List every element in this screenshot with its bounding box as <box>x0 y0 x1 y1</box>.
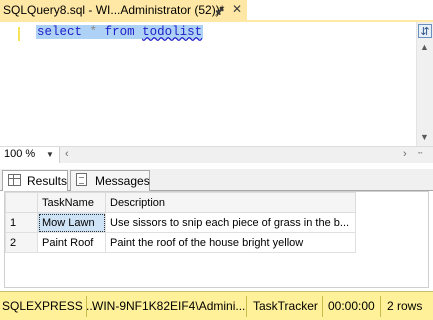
table-row[interactable]: 2 Paint Roof Paint the roof of the house… <box>5 232 356 253</box>
query-editor[interactable]: select * from todolist <box>0 22 416 146</box>
cell-description[interactable]: Paint the roof of the house bright yello… <box>105 232 356 253</box>
scroll-right-icon[interactable]: › <box>403 148 407 160</box>
document-tab-strip: SQLQuery8.sql - WI...Administrator (52))… <box>0 0 433 20</box>
scroll-up-icon[interactable]: ▲ <box>420 42 429 52</box>
column-header-taskname[interactable]: TaskName <box>37 192 106 213</box>
star-operator: * <box>89 25 98 39</box>
cell-taskname[interactable]: Paint Roof <box>37 232 106 253</box>
tab-messages[interactable]: Messages <box>70 170 150 191</box>
zoom-value: 100 % <box>4 148 36 160</box>
results-grid[interactable]: TaskName Description 1 Mow Lawn Use siss… <box>5 192 356 253</box>
cell-description[interactable]: Use sissors to snip each piece of grass … <box>105 212 356 233</box>
result-tab-strip: Results Messages <box>0 169 433 192</box>
grid-header-row: TaskName Description <box>5 192 356 213</box>
status-user: WIN-9NF1K82EIF4\Admini... <box>92 299 246 313</box>
code-line[interactable]: select * from todolist <box>36 25 204 39</box>
tab-results[interactable]: Results <box>2 170 68 192</box>
split-view-icon[interactable]: ⇵ <box>418 24 432 38</box>
cell-taskname[interactable]: Mow Lawn <box>37 212 106 233</box>
status-database: TaskTracker <box>253 299 318 313</box>
scroll-down-icon[interactable]: ▼ <box>420 132 429 142</box>
status-bar: SQLEXPRESS ... WIN-9NF1K82EIF4\Admini...… <box>0 291 433 320</box>
resize-grip-icon[interactable]: ⬝⬝ <box>418 149 430 160</box>
status-separator <box>246 296 247 317</box>
status-row-count: 2 rows <box>387 299 423 313</box>
editor-vertical-scrollbar[interactable]: ⇵ ▲ ▼ <box>416 22 433 146</box>
tab-messages-label: Messages <box>95 174 150 188</box>
messages-icon <box>76 173 87 186</box>
zoom-scroll-row: 100 % ▼ ‹ › ⬝⬝ <box>0 146 433 163</box>
table-row[interactable]: 1 Mow Lawn Use sissors to snip each piec… <box>5 212 356 233</box>
table-name: todolist <box>142 25 203 39</box>
scroll-left-icon[interactable]: ‹ <box>65 148 69 160</box>
row-number[interactable]: 1 <box>5 212 38 233</box>
chevron-down-icon: ▼ <box>46 150 54 159</box>
document-tab-title: SQLQuery8.sql - WI...Administrator (52))… <box>3 3 225 17</box>
results-grid-area: TaskName Description 1 Mow Lawn Use siss… <box>0 191 433 290</box>
row-number-header[interactable] <box>5 192 38 213</box>
status-elapsed: 00:00:00 <box>328 299 375 313</box>
column-header-description[interactable]: Description <box>105 192 356 213</box>
tab-results-label: Results <box>27 174 68 188</box>
close-icon[interactable]: ✕ <box>232 2 242 16</box>
status-server: SQLEXPRESS ... <box>2 299 97 313</box>
row-number[interactable]: 2 <box>5 232 38 253</box>
change-marker <box>18 27 20 41</box>
keyword-from: from <box>104 25 135 39</box>
status-separator <box>86 296 87 317</box>
status-separator <box>380 296 381 317</box>
grid-icon <box>8 174 21 186</box>
document-tab[interactable]: SQLQuery8.sql - WI...Administrator (52))… <box>0 0 247 20</box>
status-separator <box>322 296 323 317</box>
keyword-select: select <box>37 25 83 39</box>
zoom-dropdown[interactable]: 100 % ▼ <box>0 147 60 163</box>
